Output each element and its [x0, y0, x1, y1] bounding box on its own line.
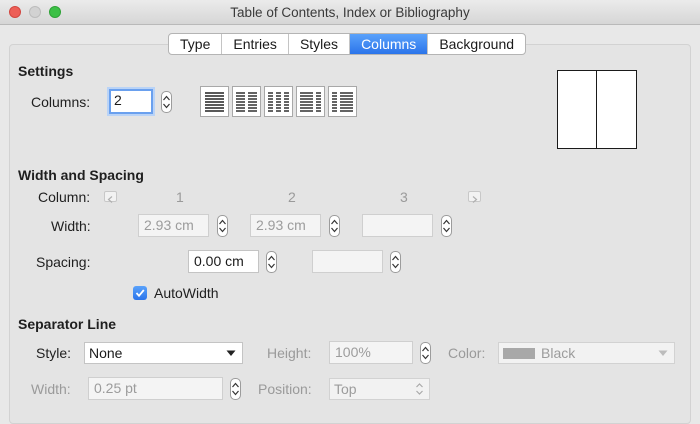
column-number-3: 3 — [400, 189, 408, 205]
right-wide-preset-button[interactable] — [328, 86, 357, 117]
one-column-preset-button[interactable] — [200, 86, 229, 117]
column-3-width-spinner[interactable] — [441, 215, 452, 237]
columns-preview — [557, 70, 637, 149]
position-label: Position: — [258, 381, 312, 397]
color-swatch — [503, 348, 535, 359]
column-1-width-input[interactable]: 2.93 cm — [138, 214, 209, 237]
width-spacing-heading: Width and Spacing — [18, 167, 144, 183]
checkmark-icon — [135, 289, 145, 298]
spacing-1-spinner[interactable] — [266, 251, 277, 273]
one-column-preset-icon — [205, 92, 224, 112]
tab-bar: Type Entries Styles Columns Background — [168, 33, 527, 55]
left-wide-preset-button[interactable] — [296, 86, 325, 117]
preview-separator — [596, 71, 597, 148]
columns-label: Columns: — [31, 94, 91, 110]
spinner-arrows-icon — [331, 219, 338, 233]
column-number-2: 2 — [288, 189, 296, 205]
autowidth-checkbox[interactable] — [133, 286, 147, 300]
two-columns-preset-icon — [236, 92, 257, 112]
tab-type[interactable]: Type — [169, 34, 223, 54]
window-title: Table of Contents, Index or Bibliography — [230, 5, 470, 20]
three-columns-preset-button[interactable] — [264, 86, 293, 117]
style-label: Style: — [36, 345, 72, 361]
height-input[interactable]: 100% — [329, 341, 413, 364]
tab-background[interactable]: Background — [428, 34, 525, 54]
style-select-value: None — [89, 345, 123, 361]
title-bar: Table of Contents, Index or Bibliography — [0, 0, 700, 25]
column-2-width-spinner[interactable] — [329, 215, 340, 237]
columns-count-input[interactable]: 2 — [109, 89, 153, 114]
spinner-arrows-icon — [219, 219, 226, 233]
two-columns-right-wide-preset-icon — [332, 92, 353, 112]
spinner-arrows-icon — [392, 255, 399, 269]
spacing-2-input[interactable] — [312, 250, 383, 273]
chevron-down-icon — [226, 350, 236, 356]
height-label: Height: — [267, 345, 312, 361]
columns-count-spinner[interactable] — [161, 91, 172, 113]
column-label: Column: — [38, 189, 91, 205]
autowidth-label[interactable]: AutoWidth — [154, 285, 219, 301]
spacing-2-spinner[interactable] — [390, 251, 401, 273]
two-columns-preset-button[interactable] — [232, 86, 261, 117]
arrow-right-icon — [472, 196, 478, 203]
column-2-width-input[interactable]: 2.93 cm — [250, 214, 321, 237]
arrow-left-icon — [107, 196, 113, 203]
spacing-1-input[interactable]: 0.00 cm — [188, 250, 259, 273]
position-select[interactable]: Top — [329, 378, 430, 400]
separator-heading: Separator Line — [18, 316, 117, 332]
spinner-arrows-icon — [232, 382, 239, 396]
width-label: Width: — [51, 218, 91, 234]
height-spinner[interactable] — [420, 342, 431, 364]
three-columns-preset-icon — [268, 92, 289, 112]
two-columns-left-wide-preset-icon — [300, 92, 321, 112]
spacing-label: Spacing: — [36, 254, 91, 270]
color-label: Color: — [448, 345, 486, 361]
column-1-width-spinner[interactable] — [217, 215, 228, 237]
column-3-width-input[interactable] — [362, 214, 433, 237]
line-width-spinner[interactable] — [230, 378, 241, 400]
tab-styles[interactable]: Styles — [289, 34, 351, 54]
width-line-label: Width: — [31, 381, 71, 397]
tab-entries[interactable]: Entries — [222, 34, 289, 54]
color-select-value: Black — [541, 345, 576, 361]
spinner-arrows-icon — [163, 95, 170, 109]
settings-heading: Settings — [18, 63, 74, 79]
column-number-1: 1 — [176, 189, 184, 205]
spinner-arrows-icon — [422, 346, 429, 360]
color-select[interactable]: Black — [498, 342, 675, 364]
spinner-arrows-icon — [268, 255, 275, 269]
up-down-chevron-icon — [416, 383, 423, 395]
tab-columns[interactable]: Columns — [350, 34, 429, 54]
line-width-input[interactable]: 0.25 pt — [88, 377, 223, 400]
style-select[interactable]: None — [84, 342, 243, 364]
previous-columns-button[interactable] — [104, 191, 117, 203]
spinner-arrows-icon — [443, 219, 450, 233]
position-select-value: Top — [334, 381, 357, 397]
next-columns-button[interactable] — [468, 191, 481, 203]
chevron-down-icon — [658, 350, 668, 356]
